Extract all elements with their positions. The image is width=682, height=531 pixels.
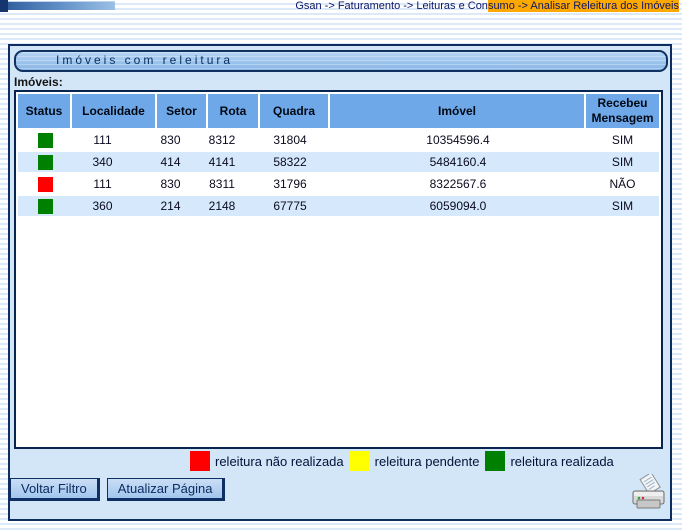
- cell-recebeu-mensagem: NÃO: [586, 174, 659, 196]
- cell-imovel: 6059094.0: [330, 196, 586, 218]
- cell-recebeu-mensagem: SIM: [586, 196, 659, 218]
- cell-status: [18, 152, 72, 174]
- cell-localidade: 360: [72, 196, 157, 218]
- cell-status: [18, 174, 72, 196]
- cell-imovel: 5484160.4: [330, 152, 586, 174]
- cell-localidade: 340: [72, 152, 157, 174]
- cell-rota: 2148: [208, 196, 260, 218]
- header-bar-fragment: [8, 1, 115, 10]
- cell-localidade: 111: [72, 174, 157, 196]
- legend-red-square: [190, 451, 210, 471]
- breadcrumb-plain: Gsan -> Faturamento -> Leituras e Con: [295, 0, 488, 12]
- status-indicator: [38, 199, 53, 214]
- status-indicator: [38, 155, 53, 170]
- cell-quadra: 31804: [260, 130, 330, 152]
- cell-setor: 414: [157, 152, 208, 174]
- section-label: Imóveis:: [14, 75, 63, 89]
- page-title: Imóveis com releitura: [56, 53, 233, 67]
- column-header-rota: Rota: [208, 94, 260, 130]
- atualizar-pagina-button[interactable]: Atualizar Página: [107, 478, 226, 501]
- legend-green-square: [485, 451, 505, 471]
- column-header-quadra: Quadra: [260, 94, 330, 130]
- panel-title-bar: Imóveis com releitura: [14, 50, 668, 72]
- breadcrumb: Gsan -> Faturamento -> Leituras e Consum…: [295, 0, 679, 13]
- cell-quadra: 31796: [260, 174, 330, 196]
- cell-recebeu-mensagem: SIM: [586, 152, 659, 174]
- imoveis-table: Status Localidade Setor Rota Quadra Imóv…: [18, 94, 659, 218]
- table-row: 360 214 2148 67775 6059094.0 SIM: [18, 196, 659, 218]
- cell-recebeu-mensagem: SIM: [586, 130, 659, 152]
- column-header-imovel: Imóvel: [330, 94, 586, 130]
- breadcrumb-highlight: sumo -> Analisar Releitura dos Imóveis: [488, 0, 679, 12]
- legend-yellow-square: [350, 451, 370, 471]
- logo-fragment: [0, 0, 8, 12]
- cell-status: [18, 196, 72, 218]
- cell-setor: 214: [157, 196, 208, 218]
- legend-label-realizada: releitura realizada: [510, 454, 613, 469]
- cell-quadra: 67775: [260, 196, 330, 218]
- column-header-recebeu-mensagem: Recebeu Mensagem: [586, 94, 659, 130]
- cell-rota: 8312: [208, 130, 260, 152]
- cell-rota: 4141: [208, 152, 260, 174]
- table-row: 111 830 8312 31804 10354596.4 SIM: [18, 130, 659, 152]
- cell-imovel: 10354596.4: [330, 130, 586, 152]
- cell-setor: 830: [157, 174, 208, 196]
- legend-label-nao-realizada: releitura não realizada: [215, 454, 344, 469]
- legend: releitura não realizada releitura penden…: [190, 451, 620, 471]
- gsan-page: Gsan -> Faturamento -> Leituras e Consum…: [0, 0, 682, 531]
- status-indicator: [38, 177, 53, 192]
- voltar-filtro-button[interactable]: Voltar Filtro: [10, 478, 100, 501]
- status-indicator: [38, 133, 53, 148]
- imoveis-table-container: Status Localidade Setor Rota Quadra Imóv…: [14, 90, 663, 449]
- printer-icon[interactable]: [630, 474, 668, 512]
- cell-setor: 830: [157, 130, 208, 152]
- table-row: 111 830 8311 31796 8322567.6 NÃO: [18, 174, 659, 196]
- cell-imovel: 8322567.6: [330, 174, 586, 196]
- column-header-localidade: Localidade: [72, 94, 157, 130]
- button-bar: Voltar Filtro Atualizar Página: [10, 478, 225, 501]
- cell-quadra: 58322: [260, 152, 330, 174]
- cell-status: [18, 130, 72, 152]
- column-header-setor: Setor: [157, 94, 208, 130]
- cell-rota: 8311: [208, 174, 260, 196]
- column-header-status: Status: [18, 94, 72, 130]
- legend-label-pendente: releitura pendente: [375, 454, 480, 469]
- header-row: Status Localidade Setor Rota Quadra Imóv…: [18, 94, 659, 130]
- table-row: 340 414 4141 58322 5484160.4 SIM: [18, 152, 659, 174]
- cell-localidade: 111: [72, 130, 157, 152]
